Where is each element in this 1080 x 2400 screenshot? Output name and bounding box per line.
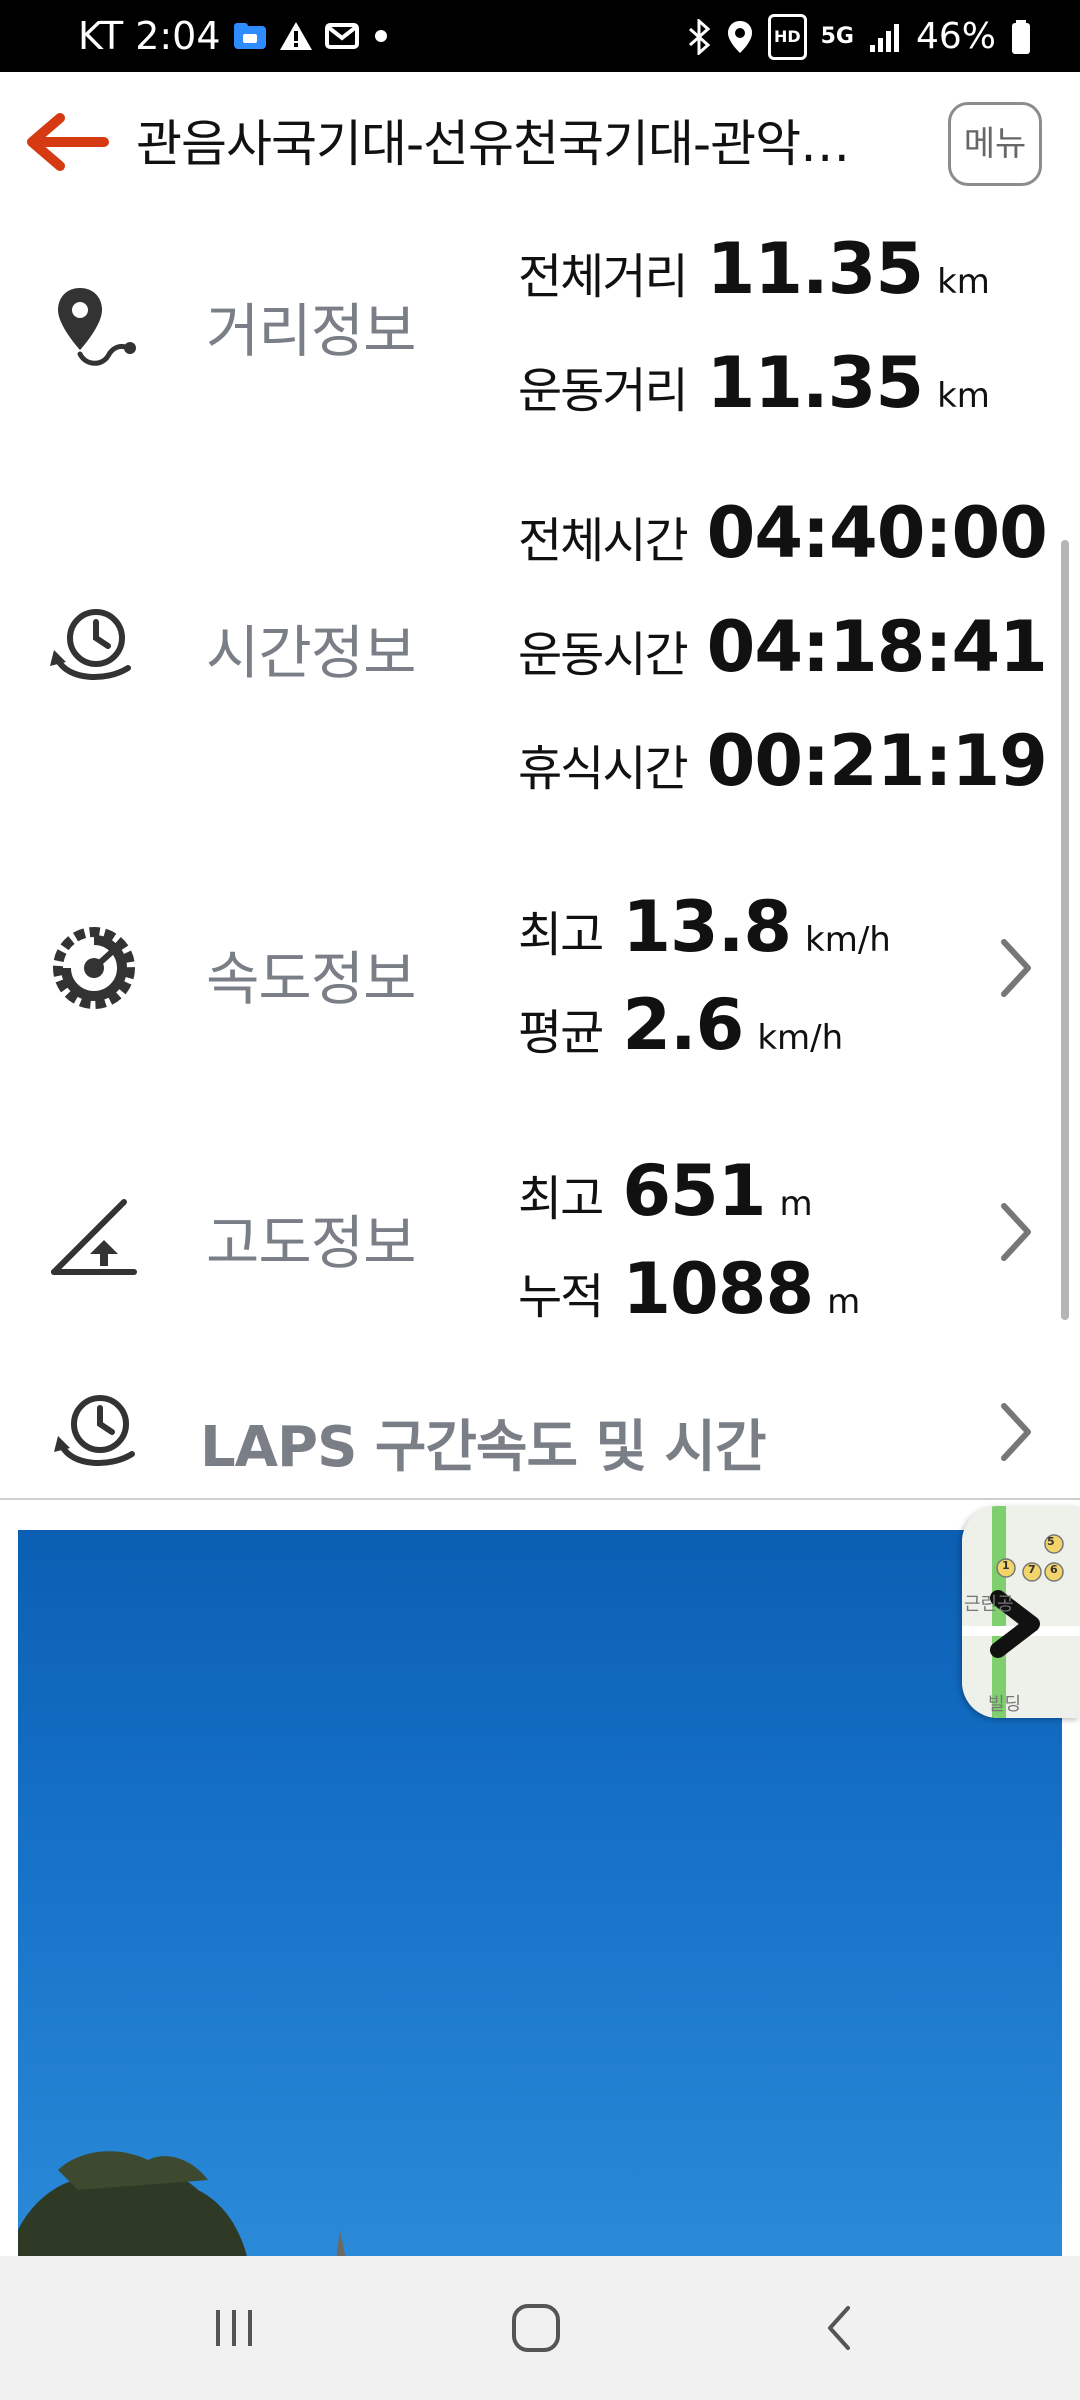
avg-speed: 평균 2.6 km/h [518,984,843,1066]
stat-key: 누적 [518,1269,604,1325]
recent-apps-icon [216,2310,252,2346]
map-label: 빌딩 [988,1694,1022,1715]
bluetooth-icon [686,17,712,57]
map-marker-5: 5 [1047,1535,1055,1548]
stat-value: 04:40:00 [706,492,1048,574]
stat-unit: km [937,376,990,416]
back-arrow-icon [27,113,109,171]
laps-label: LAPS 구간속도 및 시간 [200,1415,767,1480]
system-nav-bar [0,2256,1080,2400]
scrollbar[interactable] [1061,540,1069,1320]
status-bar: KT 2:04 HD 5G 46% [0,0,1080,72]
location-icon [726,17,754,57]
clock: 2:04 [135,14,221,58]
dot-icon [371,16,391,56]
stat-key: 최고 [518,907,604,963]
network-type: 5G [820,24,854,49]
stat-key: 운동시간 [518,627,689,683]
stat-value: 11.35 [706,342,924,424]
map-marker-7: 7 [1028,1563,1036,1576]
chevron-right-icon[interactable] [994,1400,1038,1464]
stat-key: 평균 [518,1005,604,1061]
back-button[interactable] [22,110,110,174]
recent-apps-button[interactable] [194,2292,274,2364]
speedometer-icon [46,920,142,1016]
home-icon [512,2304,560,2352]
rest-time: 휴식시간 00:21:19 [518,720,1048,802]
time-section: 시간정보 전체시간 04:40:00 운동시간 04:18:41 휴식시간 00… [0,456,1080,838]
chevron-right-icon[interactable] [994,936,1038,1000]
stat-unit: km/h [757,1018,844,1058]
stat-value: 1088 [622,1248,814,1330]
distance-label: 거리정보 [206,297,416,365]
warning-icon [279,16,313,56]
distance-section: 거리정보 전체거리 11.35 km 운동거리 11.35 km [0,212,1080,458]
hd-icon: HD [767,14,807,60]
folder-icon [233,16,267,56]
stat-key: 전체거리 [518,249,689,305]
stat-key: 운동거리 [518,363,689,419]
stat-value: 2.6 [622,984,744,1066]
stat-value: 651 [622,1150,766,1232]
clock-cycle-icon [46,598,142,694]
map-marker-6: 6 [1050,1563,1058,1576]
laps-clock-icon [50,1384,146,1480]
home-button[interactable] [496,2292,576,2364]
laps-row[interactable]: LAPS 구간속도 및 시간 [0,1364,1080,1500]
battery-percent: 46% [915,16,996,57]
stat-key: 휴식시간 [518,741,689,797]
stat-value: 04:18:41 [706,606,1048,688]
stat-value: 11.35 [706,228,924,310]
stat-unit: km [937,262,990,302]
max-speed: 최고 13.8 km/h [518,886,891,968]
stat-unit: km/h [805,920,891,960]
altitude-section[interactable]: 고도정보 최고 651 m 누적 1088 m [0,1100,1080,1366]
mail-icon [324,16,359,56]
total-distance: 전체거리 11.35 km [518,228,990,310]
map-thumbnail[interactable]: 5 1 7 6 근린공 빌딩 [962,1506,1080,1718]
map-pin-route-icon [46,282,142,378]
menu-button[interactable]: 메뉴 [948,102,1042,186]
cumulative-altitude: 누적 1088 m [518,1248,860,1330]
elevation-icon [46,1188,142,1284]
speed-section[interactable]: 속도정보 최고 13.8 km/h 평균 2.6 km/h [0,836,1080,1102]
map-label: 근린공 [964,1594,1014,1615]
stat-value: 13.8 [622,886,792,968]
tree-silhouette [18,2151,346,2260]
map-marker-1: 1 [1002,1559,1010,1572]
battery-icon [1010,17,1032,57]
back-nav-button[interactable] [800,2292,880,2364]
altitude-label: 고도정보 [206,1209,416,1277]
stat-key: 전체시간 [518,513,689,569]
max-altitude: 최고 651 m [518,1150,813,1232]
speed-label: 속도정보 [206,945,416,1013]
chevron-right-icon[interactable] [994,1200,1038,1264]
signal-icon [868,17,902,57]
hike-photo[interactable] [18,1530,1062,2260]
stat-unit: m [779,1184,813,1224]
stat-unit: m [827,1282,861,1322]
stat-value: 00:21:19 [706,720,1048,802]
app-header: 관음사국기대-선유천국기대-관악… 메뉴 [0,72,1080,214]
total-time: 전체시간 04:40:00 [518,492,1048,574]
time-label: 시간정보 [206,619,416,687]
page-title: 관음사국기대-선유천국기대-관악… [136,115,850,173]
moving-distance: 운동거리 11.35 km [518,342,990,424]
back-icon [828,2306,850,2350]
moving-time: 운동시간 04:18:41 [518,606,1048,688]
carrier: KT [78,14,124,58]
stat-key: 최고 [518,1171,604,1227]
